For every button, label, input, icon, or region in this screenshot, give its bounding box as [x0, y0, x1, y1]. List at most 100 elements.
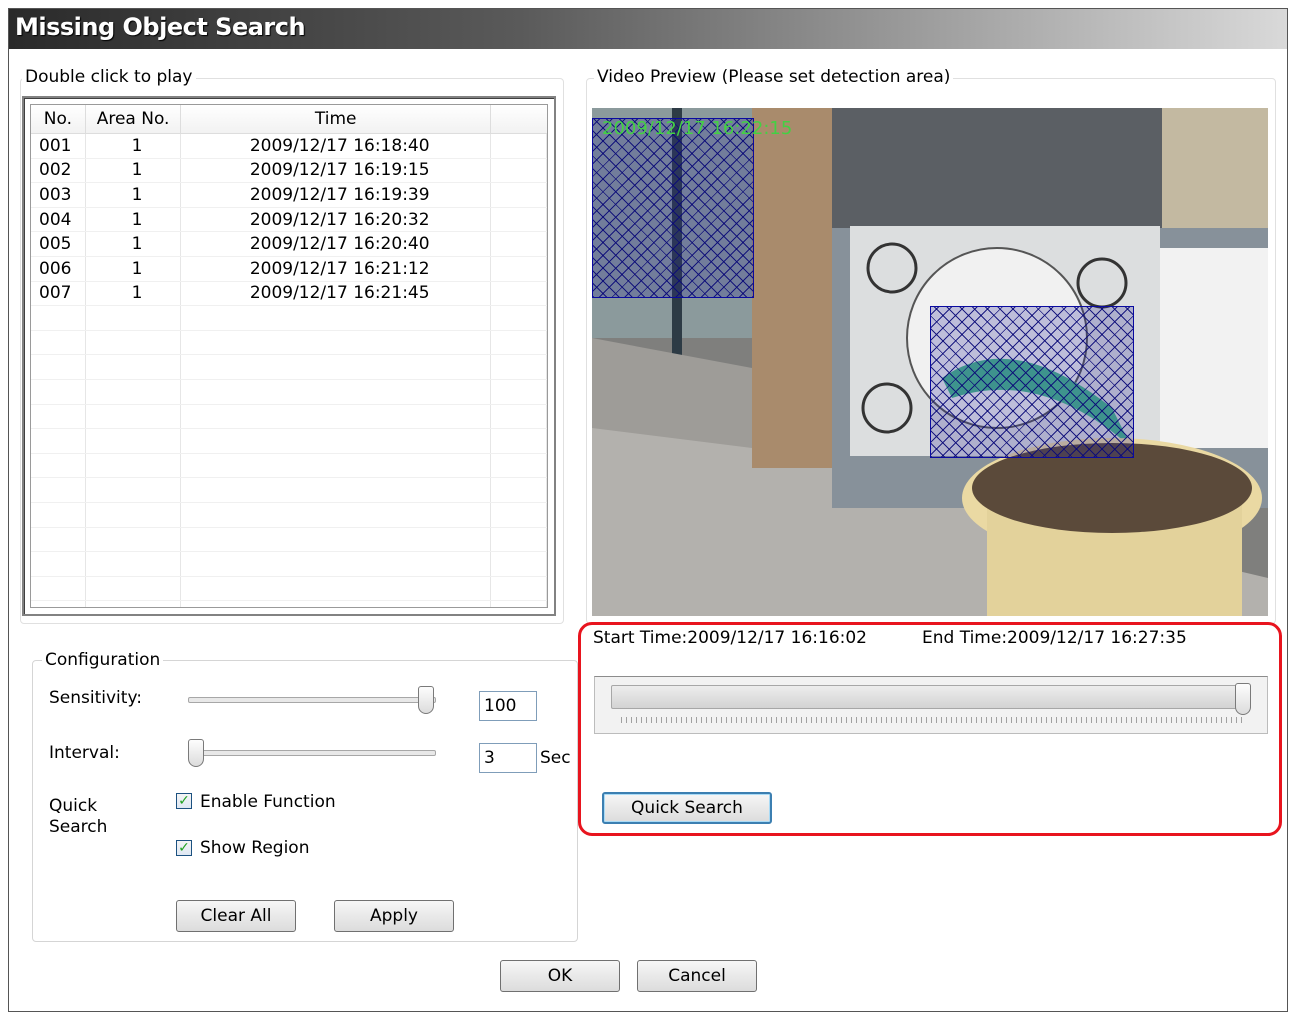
empty-row [31, 527, 547, 553]
empty-cell [31, 305, 86, 331]
cell-area: 1 [85, 281, 182, 307]
table-row[interactable]: 002 1 2009/12/17 16:19:15 [31, 158, 547, 184]
empty-row [31, 404, 547, 430]
results-table: No. Area No. Time 001 1 2009/12/17 16:18:4… [31, 105, 547, 607]
empty-cell [85, 428, 182, 454]
empty-cell [85, 354, 182, 380]
cell-time: 2009/12/17 16:21:45 [180, 281, 491, 307]
empty-cell [85, 576, 182, 602]
ok-button[interactable]: OK [500, 960, 620, 992]
start-time-label: Start Time:2009/12/17 16:16:02 [593, 628, 868, 648]
cell-time: 2009/12/17 16:20:32 [180, 207, 491, 233]
show-region-checkbox[interactable]: ✓ [176, 840, 192, 856]
interval-input[interactable] [479, 743, 537, 773]
empty-cell [490, 354, 547, 380]
sensitivity-track [188, 697, 436, 703]
empty-cell [85, 502, 182, 528]
empty-cell [180, 477, 491, 503]
checkmark-icon: ✓ [178, 793, 190, 809]
empty-cell [180, 305, 491, 331]
detection-area-2[interactable] [930, 306, 1134, 458]
empty-cell [180, 379, 491, 405]
preview-group-label: Video Preview (Please set detection area… [594, 67, 954, 87]
empty-cell [180, 551, 491, 577]
empty-cell [31, 404, 86, 430]
detection-area-1[interactable] [592, 118, 754, 298]
apply-button[interactable]: Apply [334, 900, 454, 932]
sensitivity-input[interactable] [479, 691, 537, 721]
table-row[interactable]: 005 1 2009/12/17 16:20:40 [31, 231, 547, 257]
enable-function-checkbox[interactable]: ✓ [176, 793, 192, 809]
empty-cell [490, 502, 547, 528]
cell-area: 1 [85, 182, 182, 208]
column-header-filler [490, 105, 547, 134]
empty-cell [490, 477, 547, 503]
empty-cell [31, 576, 86, 602]
empty-cell [31, 600, 86, 607]
empty-row [31, 551, 547, 577]
timeline-ticks [621, 717, 1245, 723]
quick-search-button[interactable]: Quick Search [602, 792, 772, 824]
empty-cell [180, 502, 491, 528]
column-header-time[interactable]: Time [180, 105, 491, 134]
empty-row [31, 576, 547, 602]
video-preview[interactable]: 2009/12/17 16:22:15 [592, 108, 1268, 616]
cell-no: 006 [31, 256, 86, 282]
timeline-slider[interactable] [594, 676, 1268, 734]
empty-row [31, 428, 547, 454]
interval-slider-thumb[interactable] [188, 739, 204, 767]
cell-time: 2009/12/17 16:19:39 [180, 182, 491, 208]
cell-no: 007 [31, 281, 86, 307]
clear-all-button[interactable]: Clear All [176, 900, 296, 932]
configuration-group-label: Configuration [42, 650, 164, 670]
cell-filler [490, 207, 547, 233]
table-row[interactable]: 003 1 2009/12/17 16:19:39 [31, 182, 547, 208]
empty-cell [180, 527, 491, 553]
empty-row [31, 330, 547, 356]
cell-filler [490, 231, 547, 257]
cell-area: 1 [85, 158, 182, 184]
empty-cell [31, 477, 86, 503]
empty-row [31, 453, 547, 479]
table-row[interactable]: 004 1 2009/12/17 16:20:32 [31, 207, 547, 233]
empty-cell [85, 477, 182, 503]
quick-search-label-line2: Search [49, 817, 108, 837]
results-group-label: Double click to play [22, 67, 196, 87]
timeline-slider-thumb[interactable] [1235, 683, 1251, 715]
show-region-label[interactable]: Show Region [200, 838, 309, 858]
table-row[interactable]: 006 1 2009/12/17 16:21:12 [31, 256, 547, 282]
cell-area: 1 [85, 207, 182, 233]
empty-cell [180, 453, 491, 479]
video-osd-timestamp: 2009/12/17 16:22:15 [602, 118, 793, 139]
column-header-area[interactable]: Area No. [85, 105, 182, 134]
cell-filler [490, 133, 547, 159]
table-row[interactable]: 001 1 2009/12/17 16:18:40 [31, 133, 547, 159]
empty-cell [31, 379, 86, 405]
title-bar[interactable]: Missing Object Search [9, 9, 1287, 49]
column-header-no[interactable]: No. [31, 105, 86, 134]
empty-cell [490, 404, 547, 430]
cell-area: 1 [85, 256, 182, 282]
results-list[interactable]: No. Area No. Time 001 1 2009/12/17 16:18:4… [22, 96, 556, 616]
interval-label: Interval: [49, 743, 120, 763]
cell-filler [490, 158, 547, 184]
empty-row [31, 600, 547, 607]
empty-cell [490, 576, 547, 602]
empty-row [31, 379, 547, 405]
sensitivity-slider-thumb[interactable] [418, 686, 434, 714]
empty-cell [31, 330, 86, 356]
cell-no: 003 [31, 182, 86, 208]
empty-cell [85, 453, 182, 479]
cell-filler [490, 182, 547, 208]
empty-cell [490, 551, 547, 577]
empty-cell [180, 600, 491, 607]
table-row[interactable]: 007 1 2009/12/17 16:21:45 [31, 281, 547, 307]
sensitivity-label: Sensitivity: [49, 688, 142, 708]
enable-function-label[interactable]: Enable Function [200, 792, 336, 812]
interval-unit: Sec [540, 748, 571, 768]
empty-cell [490, 379, 547, 405]
interval-track [188, 750, 436, 756]
cell-time: 2009/12/17 16:18:40 [180, 133, 491, 159]
timeline-track [611, 685, 1251, 709]
cancel-button[interactable]: Cancel [637, 960, 757, 992]
